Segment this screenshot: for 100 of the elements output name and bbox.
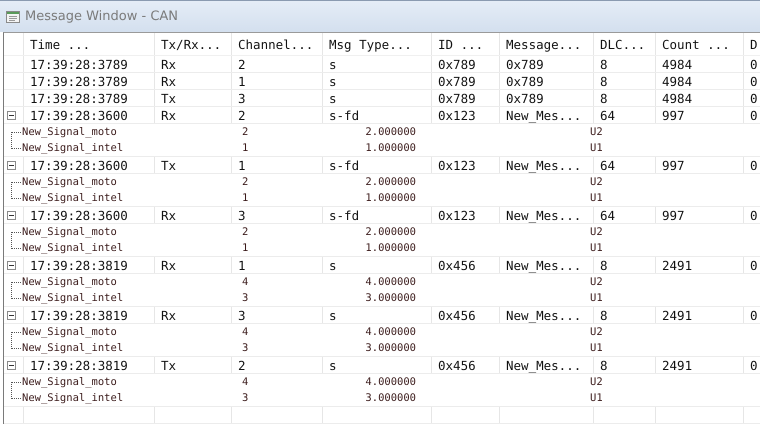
- signal-raw-value: 2: [242, 176, 248, 188]
- signal-raw-value: 2: [242, 126, 248, 138]
- signal-raw-value: 1: [242, 192, 248, 204]
- collapse-toggle[interactable]: [7, 160, 16, 170]
- signal-name: New_Signal_moto: [22, 326, 117, 338]
- signal-unit: U2: [590, 376, 603, 388]
- signal-name: New_Signal_intel: [22, 342, 124, 354]
- table-cell: 0x123: [438, 208, 476, 222]
- window-icon: [6, 10, 20, 24]
- signal-unit: U1: [590, 192, 603, 204]
- table-cell: s: [329, 358, 337, 372]
- signal-name: New_Signal_moto: [22, 176, 117, 188]
- signal-raw-value: 1: [242, 242, 248, 254]
- table-cell: 0x789: [506, 74, 544, 88]
- signal-value: 2.000000: [365, 176, 416, 188]
- column-header[interactable]: Msg Type...: [323, 33, 432, 55]
- table-cell: 17:39:28:3819: [30, 308, 128, 322]
- signal-unit: U2: [590, 326, 603, 338]
- table-cell: New_Mes...: [506, 258, 582, 272]
- signal-name: New_Signal_moto: [22, 126, 117, 138]
- table-cell: 8: [600, 358, 608, 372]
- table-cell: 0: [750, 358, 758, 372]
- table-cell: 997: [662, 158, 685, 172]
- table-cell: 17:39:28:3600: [30, 208, 128, 222]
- table-cell: 2: [238, 108, 246, 122]
- column-header[interactable]: Channel...: [232, 33, 323, 55]
- table-cell: 0x456: [438, 258, 476, 272]
- signal-value: 1.000000: [365, 192, 416, 204]
- table-cell: 997: [662, 208, 685, 222]
- window-title: Message Window - CAN: [25, 9, 178, 24]
- table-cell: 3: [238, 90, 246, 106]
- signal-value: 2.000000: [365, 226, 416, 238]
- table-cell: Rx: [161, 308, 176, 322]
- signal-raw-value: 1: [242, 142, 248, 154]
- table-cell: 17:39:28:3600: [30, 108, 128, 122]
- signal-raw-value: 4: [242, 326, 248, 338]
- table-cell: New_Mes...: [506, 358, 582, 372]
- signal-unit: U2: [590, 226, 603, 238]
- table-cell: 997: [662, 108, 685, 122]
- signal-value: 4.000000: [365, 376, 416, 388]
- table-cell: s-fd: [329, 208, 360, 222]
- collapse-toggle[interactable]: [7, 360, 16, 370]
- table-cell: 2: [238, 358, 246, 372]
- signal-name: New_Signal_intel: [22, 192, 124, 204]
- signal-raw-value: 4: [242, 276, 248, 288]
- signal-name: New_Signal_moto: [22, 276, 117, 288]
- table-cell: 0: [750, 208, 758, 222]
- table-cell: Rx: [161, 56, 176, 72]
- signal-value: 3.000000: [365, 342, 416, 354]
- table-cell: Rx: [161, 108, 176, 122]
- table-cell: 17:39:28:3819: [30, 358, 128, 372]
- table-cell: 2491: [662, 258, 692, 272]
- column-header[interactable]: ID ...: [432, 33, 500, 55]
- collapse-toggle[interactable]: [7, 310, 16, 320]
- signal-name: New_Signal_intel: [22, 392, 124, 404]
- table-cell: 0: [750, 258, 758, 272]
- table-cell: Rx: [161, 258, 176, 272]
- table-cell: 0: [750, 90, 758, 106]
- table-cell: 17:39:28:3789: [30, 74, 128, 88]
- table-cell: New_Mes...: [506, 108, 582, 122]
- table-cell: s: [329, 308, 337, 322]
- table-cell: 3: [238, 308, 246, 322]
- table-cell: 0: [750, 74, 758, 88]
- collapse-toggle[interactable]: [7, 260, 16, 270]
- collapse-toggle[interactable]: [7, 210, 16, 220]
- signal-value: 2.000000: [365, 126, 416, 138]
- table-cell: s-fd: [329, 158, 360, 172]
- column-header[interactable]: DLC...: [594, 33, 656, 55]
- table-cell: New_Mes...: [506, 208, 582, 222]
- table-cell: 0: [750, 308, 758, 322]
- table-cell: New_Mes...: [506, 308, 582, 322]
- table-cell: 1: [238, 158, 246, 172]
- collapse-toggle[interactable]: [7, 110, 16, 120]
- table-cell: 17:39:28:3789: [30, 56, 128, 72]
- table-cell: 8: [600, 56, 608, 72]
- table-cell: Tx: [161, 158, 176, 172]
- signal-unit: U2: [590, 276, 603, 288]
- signal-value: 1.000000: [365, 142, 416, 154]
- table-cell: 17:39:28:3819: [30, 258, 128, 272]
- table-cell: 17:39:28:3789: [30, 90, 128, 106]
- table-cell: 17:39:28:3600: [30, 158, 128, 172]
- signal-raw-value: 3: [242, 342, 248, 354]
- table-cell: Rx: [161, 208, 176, 222]
- column-header[interactable]: Tx/Rx...: [155, 33, 232, 55]
- signal-unit: U2: [590, 126, 603, 138]
- table-cell: 0: [750, 158, 758, 172]
- table-cell: 4984: [662, 56, 692, 72]
- table-cell: New_Mes...: [506, 158, 582, 172]
- signal-unit: U1: [590, 292, 603, 304]
- column-header[interactable]: Count ...: [656, 33, 744, 55]
- column-header[interactable]: Time ...: [24, 33, 155, 55]
- table-cell: 0x789: [438, 56, 476, 72]
- column-header[interactable]: Message...: [500, 33, 594, 55]
- table-cell: s: [329, 258, 337, 272]
- table-cell: 0x789: [438, 74, 476, 88]
- table-cell: 0: [750, 108, 758, 122]
- signal-value: 4.000000: [365, 326, 416, 338]
- signal-raw-value: 2: [242, 226, 248, 238]
- table-cell: Tx: [161, 358, 176, 372]
- column-header[interactable]: D: [744, 33, 760, 55]
